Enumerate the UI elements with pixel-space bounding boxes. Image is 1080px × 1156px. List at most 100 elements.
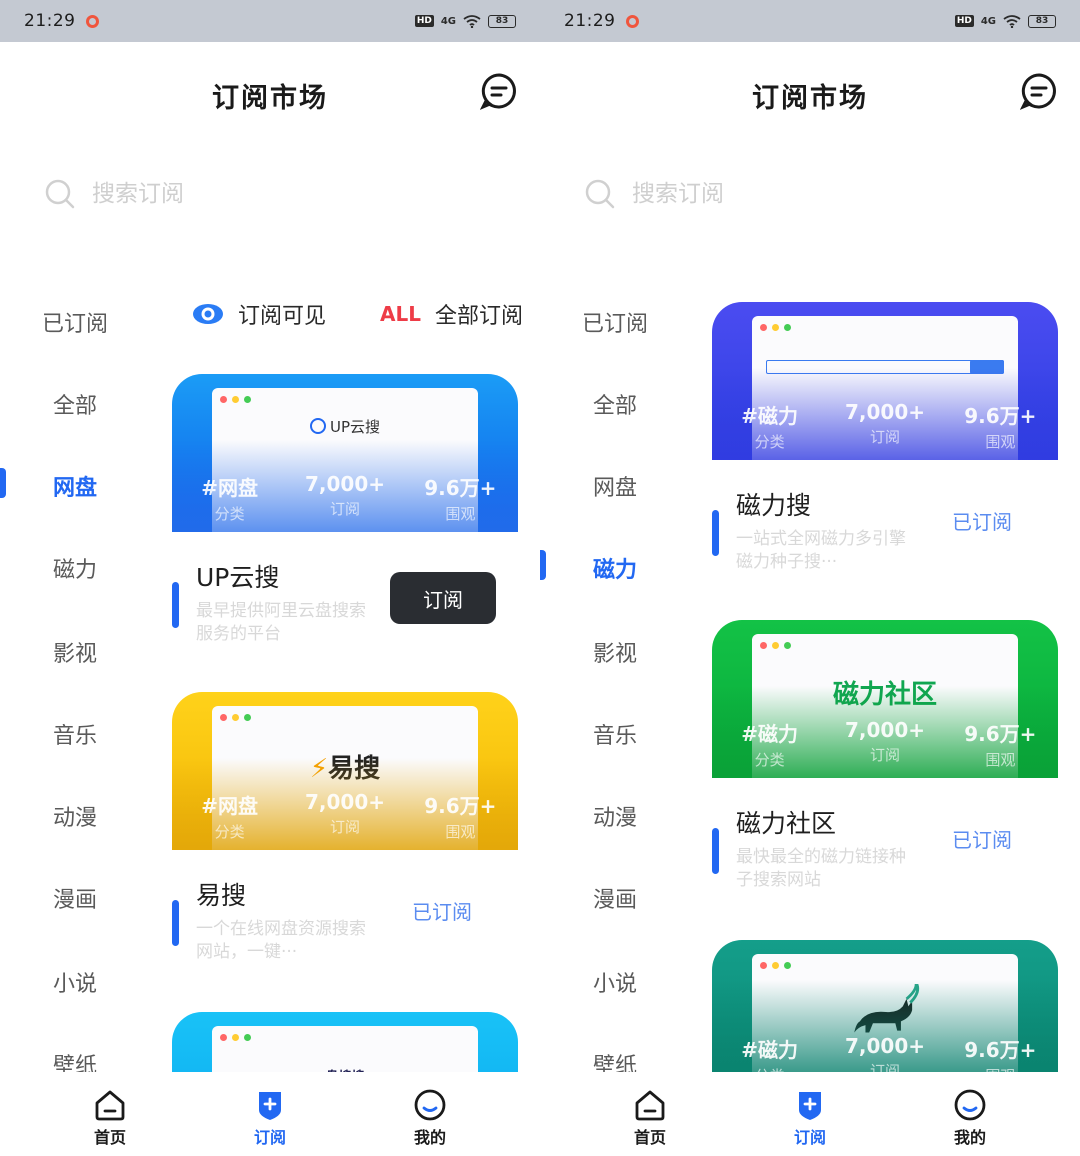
stat-tag-value: #磁力 [741, 722, 799, 746]
stat-subscribers-label: 订阅 [869, 746, 900, 764]
search-input[interactable] [632, 181, 952, 207]
message-icon[interactable] [1020, 72, 1058, 110]
info-accent-bar [172, 582, 179, 628]
filter-visible[interactable]: 订阅可见 [192, 298, 326, 330]
battery-icon: 83 [488, 14, 516, 28]
subscribed-button[interactable]: 已订阅 [952, 824, 1012, 853]
battery-icon: 83 [1028, 14, 1056, 28]
subscribed-button[interactable]: 已订阅 [412, 896, 472, 925]
sidebar-item-video[interactable]: 影视 [540, 636, 690, 668]
stat-tag: #磁力分类 [712, 1034, 827, 1072]
tab-subscribe-label: 订阅 [253, 1128, 286, 1147]
message-icon[interactable] [480, 72, 518, 110]
sidebar-item-netdisk[interactable]: 网盘 [540, 470, 690, 502]
sidebar-item-magnet[interactable]: 磁力 [540, 552, 690, 584]
stat-views-label: 围观 [985, 751, 1016, 769]
stat-subscribers-value: 7,000+ [844, 400, 925, 424]
sidebar-item-magnet[interactable]: 磁力 [0, 552, 150, 584]
subscription-title: 磁力社区 [736, 809, 837, 838]
window-dots [220, 714, 251, 721]
window-dots [220, 1034, 251, 1041]
tab-home[interactable]: 首页 [60, 1088, 160, 1148]
right-screen: 21:29 HD 4G 83 订阅市场 已订阅 全部 网盘 磁力 影视 音乐 动… [540, 0, 1080, 1156]
signal-icon: 4G [980, 15, 996, 27]
filter-row: 订阅可见 ALL 全部订阅 [192, 298, 523, 330]
filter-all-label: 全部订阅 [434, 304, 523, 329]
sidebar-item-anime[interactable]: 动漫 [540, 800, 690, 832]
sidebar-item-all[interactable]: 全部 [540, 388, 690, 420]
stat-subscribers-label: 订阅 [869, 1062, 900, 1072]
tab-home[interactable]: 首页 [600, 1088, 700, 1148]
stat-views: 9.6万+ 围观 [403, 790, 518, 842]
window-dots [760, 642, 791, 649]
sidebar-item-music[interactable]: 音乐 [0, 718, 150, 750]
search-icon [45, 179, 75, 209]
stat-views-value: 9.6万+ [964, 404, 1037, 428]
tab-subscribe[interactable]: 订阅 [760, 1088, 860, 1148]
stat-tag: #磁力分类 [712, 400, 827, 452]
stat-tag: #网盘 分类 [172, 472, 287, 524]
stat-subscribers: 7,000+ 订阅 [287, 790, 402, 842]
stat-subscribers: 7,000+ 订阅 [287, 472, 402, 524]
signal-icon: 4G [440, 15, 456, 27]
stat-tag-label: 分类 [754, 433, 785, 451]
card-stats: #网盘 分类 7,000+ 订阅 9.6万+ 围观 [172, 790, 518, 842]
sidebar-item-music[interactable]: 音乐 [540, 718, 690, 750]
sidebar-item-anime[interactable]: 动漫 [0, 800, 150, 832]
bottom-tab-bar: 首页 订阅 我的 [0, 1072, 540, 1156]
stat-subscribers-value: 7,000+ [304, 472, 385, 496]
tab-me-label: 我的 [953, 1128, 986, 1147]
tab-subscribe[interactable]: 订阅 [220, 1088, 320, 1148]
sidebar-item-subscribed[interactable]: 已订阅 [0, 306, 150, 338]
stat-tag-label: 分类 [754, 751, 785, 769]
status-time: 21:29 [24, 11, 76, 31]
smile-icon [414, 1089, 446, 1121]
stat-subscribers: 7,000+ 订阅 [827, 400, 942, 452]
subscription-card-image[interactable]: ⚡易搜 #网盘分类 7,000+订阅 9.6万+围观 [172, 692, 518, 850]
status-icons: HD 4G 83 [954, 14, 1056, 28]
eye-icon [193, 304, 223, 324]
card-stats: #磁力分类 7,000+ 订阅 9.6万+ 围观 [712, 1034, 1058, 1072]
site-logo: UP云搜 [212, 416, 478, 437]
search-input[interactable] [92, 181, 412, 207]
tab-subscribe-label: 订阅 [793, 1128, 826, 1147]
subscribe-button[interactable]: 订阅 [390, 572, 496, 624]
tab-me[interactable]: 我的 [920, 1088, 1020, 1148]
filter-visible-label: 订阅可见 [238, 304, 327, 329]
sidebar-item-all[interactable]: 全部 [0, 388, 150, 420]
stat-subscribers-label: 订阅 [329, 818, 360, 836]
subscription-info: UP云搜 最早提供阿里云盘搜索服务的平台 订阅 [172, 534, 518, 654]
page-title: 订阅市场 [752, 83, 868, 114]
subscription-card-image[interactable]: UP云搜 #网盘 分类 7,000+ 订阅 9.6万+ 围观 [172, 374, 518, 532]
tab-me[interactable]: 我的 [380, 1088, 480, 1148]
subscribed-button[interactable]: 已订阅 [952, 506, 1012, 535]
subscription-info: 磁力社区 最快最全的磁力链接种子搜索网站 已订阅 [712, 780, 1058, 900]
card-stats: #磁力分类 7,000+ 订阅 9.6万+ 围观 [712, 400, 1058, 452]
subscription-title: 磁力搜 [736, 491, 812, 520]
site-logo-text: UP云搜 [329, 418, 381, 436]
subscription-card-image[interactable]: #磁力分类 7,000+ 订阅 9.6万+ 围观 [712, 302, 1058, 460]
stat-tag-value: #网盘 [201, 476, 259, 500]
stat-subscribers-value: 7,000+ [844, 718, 925, 742]
bottom-tab-bar: 首页 订阅 我的 [540, 1072, 1080, 1156]
status-icons: HD 4G 83 [414, 14, 516, 28]
filter-all[interactable]: ALL 全部订阅 [380, 298, 523, 330]
search-icon [585, 179, 615, 209]
subscription-card-image[interactable]: 磁力社区 #磁力分类 7,000+订阅 9.6万+围观 [712, 620, 1058, 778]
stat-subscribers-label: 订阅 [869, 428, 900, 446]
sidebar-item-subscribed[interactable]: 已订阅 [540, 306, 690, 338]
subscription-title: UP云搜 [196, 563, 280, 592]
sidebar-item-video[interactable]: 影视 [0, 636, 150, 668]
sidebar-item-novel[interactable]: 小说 [540, 966, 690, 998]
left-screen: 21:29 HD 4G 83 订阅市场 已订阅 全部 网盘 磁力 影视 音乐 动… [0, 0, 540, 1156]
info-accent-bar [712, 510, 719, 556]
status-bar: 21:29 HD 4G 83 [540, 0, 1080, 42]
sidebar-item-comic[interactable]: 漫画 [0, 882, 150, 914]
sidebar-item-netdisk[interactable]: 网盘 [0, 470, 150, 502]
sidebar-item-comic[interactable]: 漫画 [540, 882, 690, 914]
sidebar-item-novel[interactable]: 小说 [0, 966, 150, 998]
subscription-info: 易搜 一个在线网盘资源搜索网站，一键··· 已订阅 [172, 852, 518, 972]
search-bar[interactable] [584, 178, 952, 210]
subscription-card-image[interactable]: #磁力分类 7,000+ 订阅 9.6万+ 围观 [712, 940, 1058, 1072]
search-bar[interactable] [44, 178, 412, 210]
